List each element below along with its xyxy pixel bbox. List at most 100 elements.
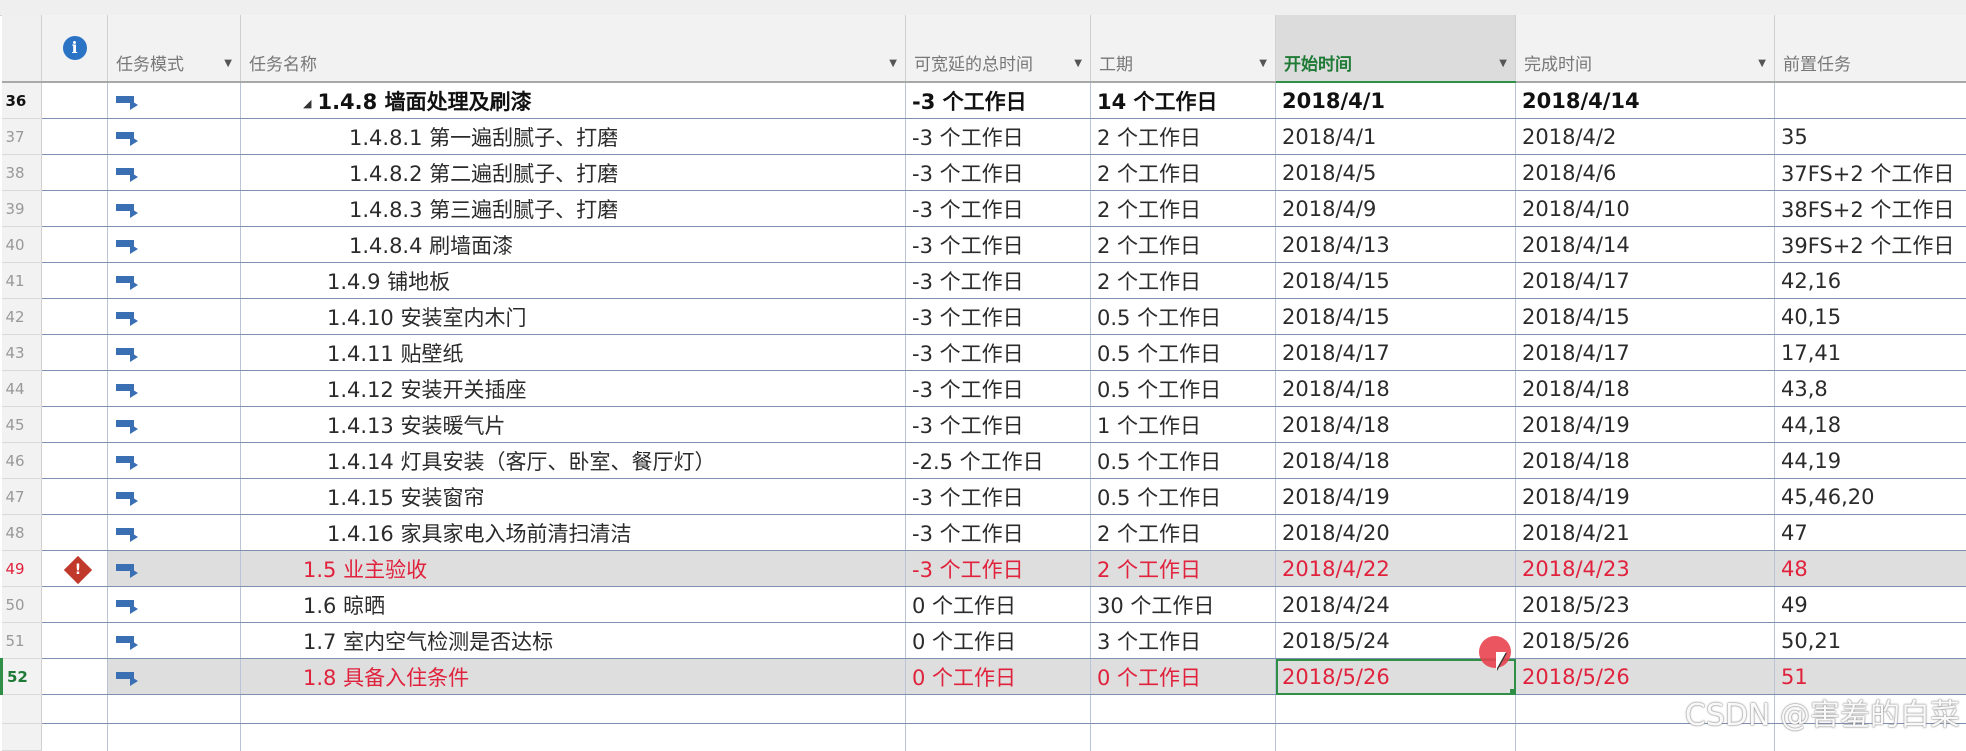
predecessors-cell[interactable]: 48	[1775, 551, 1966, 587]
task-name-cell[interactable]: 1.4.8.1 第一遍刮腻子、打磨	[241, 119, 906, 155]
task-name-cell[interactable]: 1.4.8.2 第二遍刮腻子、打磨	[241, 155, 906, 191]
finish-cell[interactable]: 2018/4/19	[1516, 407, 1775, 443]
finish-cell[interactable]: 2018/4/17	[1516, 263, 1775, 299]
indicator-cell[interactable]: !	[42, 551, 108, 587]
table-row[interactable]: 40 1.4.8.4 刷墙面漆 -3 个工作日 2 个工作日 2018/4/13…	[2, 227, 1966, 263]
duration-cell[interactable]: 2 个工作日	[1091, 191, 1276, 227]
slack-cell[interactable]: -2.5 个工作日	[906, 443, 1091, 479]
task-name-cell[interactable]: 1.6 晾晒	[241, 587, 906, 623]
task-name-cell[interactable]: 1.4.12 安装开关插座	[241, 371, 906, 407]
finish-cell[interactable]: 2018/4/2	[1516, 119, 1775, 155]
task-name-cell[interactable]: 1.4.8.4 刷墙面漆	[241, 227, 906, 263]
task-mode-cell[interactable]	[108, 119, 241, 155]
table-row[interactable]: 47 1.4.15 安装窗帘 -3 个工作日 0.5 个工作日 2018/4/1…	[2, 479, 1966, 515]
predecessors-cell[interactable]	[1775, 82, 1966, 119]
table-row[interactable]: 37 1.4.8.1 第一遍刮腻子、打磨 -3 个工作日 2 个工作日 2018…	[2, 119, 1966, 155]
finish-cell[interactable]: 2018/4/18	[1516, 443, 1775, 479]
duration-cell[interactable]: 0.5 个工作日	[1091, 371, 1276, 407]
predecessors-cell[interactable]: 47	[1775, 515, 1966, 551]
task-mode-cell[interactable]	[108, 515, 241, 551]
finish-cell[interactable]: 2018/4/14	[1516, 82, 1775, 119]
empty-cell[interactable]	[42, 695, 108, 724]
table-row[interactable]: 51 1.7 室内空气检测是否达标 0 个工作日 3 个工作日 2018/5/2…	[2, 623, 1966, 659]
task-name-cell[interactable]: 1.4.11 贴壁纸	[241, 335, 906, 371]
header-start[interactable]: 开始时间 ▼	[1276, 15, 1516, 82]
task-name-cell[interactable]: 1.4.14 灯具安装（客厅、卧室、餐厅灯）	[241, 443, 906, 479]
task-mode-cell[interactable]	[108, 659, 241, 695]
start-cell[interactable]: 2018/4/1	[1276, 82, 1516, 119]
header-duration[interactable]: 工期 ▼	[1091, 15, 1276, 82]
row-number[interactable]: 41	[2, 263, 42, 299]
start-cell[interactable]: 2018/4/5	[1276, 155, 1516, 191]
predecessors-cell[interactable]: 45,46,20	[1775, 479, 1966, 515]
table-row[interactable]: 48 1.4.16 家具家电入场前清扫清洁 -3 个工作日 2 个工作日 201…	[2, 515, 1966, 551]
task-name-cell[interactable]: 1.4.16 家具家电入场前清扫清洁	[241, 515, 906, 551]
duration-cell[interactable]: 2 个工作日	[1091, 227, 1276, 263]
start-cell[interactable]: 2018/4/18	[1276, 407, 1516, 443]
task-mode-cell[interactable]	[108, 587, 241, 623]
duration-cell[interactable]: 0.5 个工作日	[1091, 335, 1276, 371]
warning-icon[interactable]: !	[63, 555, 91, 583]
slack-cell[interactable]: -3 个工作日	[906, 82, 1091, 119]
row-number[interactable]: 49	[2, 551, 42, 587]
slack-cell[interactable]: 0 个工作日	[906, 587, 1091, 623]
table-row[interactable]: 38 1.4.8.2 第二遍刮腻子、打磨 -3 个工作日 2 个工作日 2018…	[2, 155, 1966, 191]
duration-cell[interactable]: 2 个工作日	[1091, 515, 1276, 551]
slack-cell[interactable]: -3 个工作日	[906, 407, 1091, 443]
predecessors-cell[interactable]: 40,15	[1775, 299, 1966, 335]
row-number[interactable]: 38	[2, 155, 42, 191]
row-number[interactable]: 43	[2, 335, 42, 371]
start-cell[interactable]: 2018/4/17	[1276, 335, 1516, 371]
start-cell[interactable]: 2018/4/20	[1276, 515, 1516, 551]
finish-cell[interactable]: 2018/4/10	[1516, 191, 1775, 227]
predecessors-cell[interactable]: 37FS+2 个工作日	[1775, 155, 1966, 191]
start-cell[interactable]: 2018/4/18	[1276, 371, 1516, 407]
predecessors-cell[interactable]: 50,21	[1775, 623, 1966, 659]
task-mode-cell[interactable]	[108, 155, 241, 191]
predecessors-cell[interactable]: 17,41	[1775, 335, 1966, 371]
duration-cell[interactable]: 14 个工作日	[1091, 82, 1276, 119]
empty-cell[interactable]	[1276, 724, 1516, 751]
table-row[interactable]: 44 1.4.12 安装开关插座 -3 个工作日 0.5 个工作日 2018/4…	[2, 371, 1966, 407]
finish-cell[interactable]: 2018/4/6	[1516, 155, 1775, 191]
task-mode-cell[interactable]	[108, 263, 241, 299]
start-cell[interactable]: 2018/4/15	[1276, 263, 1516, 299]
collapse-triangle-icon[interactable]: ◢	[303, 97, 311, 110]
header-total-slack[interactable]: 可宽延的总时间 ▼	[906, 15, 1091, 82]
table-row[interactable]: 49 ! 1.5 业主验收 -3 个工作日 2 个工作日 2018/4/22 2…	[2, 551, 1966, 587]
empty-cell[interactable]	[1276, 695, 1516, 724]
predecessors-cell[interactable]: 43,8	[1775, 371, 1966, 407]
finish-cell[interactable]: 2018/4/19	[1516, 479, 1775, 515]
slack-cell[interactable]: -3 个工作日	[906, 479, 1091, 515]
slack-cell[interactable]: 0 个工作日	[906, 623, 1091, 659]
task-mode-cell[interactable]	[108, 82, 241, 119]
empty-row[interactable]	[2, 695, 1966, 724]
table-row[interactable]: 42 1.4.10 安装室内木门 -3 个工作日 0.5 个工作日 2018/4…	[2, 299, 1966, 335]
header-finish[interactable]: 完成时间 ▼	[1516, 15, 1775, 82]
header-task-mode[interactable]: 任务模式 ▼	[108, 15, 241, 82]
row-number[interactable]: 47	[2, 479, 42, 515]
empty-cell[interactable]	[906, 695, 1091, 724]
chevron-down-icon[interactable]: ▼	[1758, 58, 1766, 69]
task-name-cell[interactable]: 1.5 业主验收	[241, 551, 906, 587]
empty-cell[interactable]	[1091, 724, 1276, 751]
start-cell[interactable]: 2018/4/24	[1276, 587, 1516, 623]
predecessors-cell[interactable]: 44,18	[1775, 407, 1966, 443]
start-cell[interactable]: 2018/4/18	[1276, 443, 1516, 479]
finish-cell[interactable]: 2018/4/23	[1516, 551, 1775, 587]
row-number[interactable]: 37	[2, 119, 42, 155]
slack-cell[interactable]: -3 个工作日	[906, 227, 1091, 263]
duration-cell[interactable]: 30 个工作日	[1091, 587, 1276, 623]
row-number[interactable]: 40	[2, 227, 42, 263]
slack-cell[interactable]: -3 个工作日	[906, 155, 1091, 191]
predecessors-cell[interactable]: 49	[1775, 587, 1966, 623]
task-mode-cell[interactable]	[108, 335, 241, 371]
task-mode-cell[interactable]	[108, 299, 241, 335]
task-name-cell[interactable]: ◢1.4.8 墙面处理及刷漆	[241, 82, 906, 119]
slack-cell[interactable]: -3 个工作日	[906, 515, 1091, 551]
predecessors-cell[interactable]: 42,16	[1775, 263, 1966, 299]
task-name-cell[interactable]: 1.4.9 铺地板	[241, 263, 906, 299]
row-number[interactable]: 46	[2, 443, 42, 479]
row-number[interactable]: 52	[2, 659, 42, 695]
row-number[interactable]: 51	[2, 623, 42, 659]
